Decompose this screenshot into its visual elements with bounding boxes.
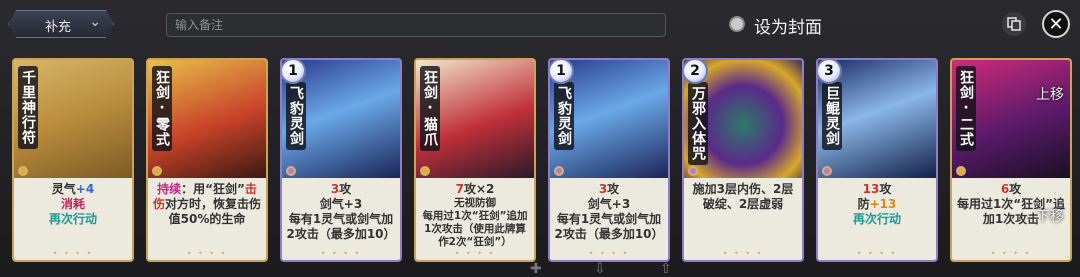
card-type-gem — [286, 166, 296, 176]
card-name: 狂剑·二式 — [956, 66, 976, 151]
card-level-badge: 2 — [684, 60, 708, 84]
close-button[interactable]: ✕ — [1042, 10, 1070, 38]
move-down-button[interactable]: 下移 — [1036, 206, 1064, 226]
card-description: 持续：用“狂剑”击伤对方时，恢复击伤值50%的生命 — [148, 178, 266, 258]
card-dots: • • • • — [990, 249, 1032, 258]
deck-card[interactable]: 1 飞豹灵剑 3攻 剑气+3 每有1灵气或剑气加2攻击（最多加10） • • • • — [548, 58, 670, 262]
card-name: 千里神行符 — [18, 66, 38, 149]
copy-icon — [1007, 17, 1021, 31]
card-description: 13攻 防+13 再次行动 — [818, 178, 936, 258]
export-icon[interactable]: ⇧ — [660, 261, 672, 277]
deck-category-dropdown[interactable]: 补充 ⌄ — [8, 10, 114, 38]
copy-button[interactable] — [1002, 12, 1026, 36]
card-name: 狂剑·零式 — [152, 66, 172, 151]
deck-card[interactable]: 狂剑·猫爪 7攻×2 无视防御 每用过1次“狂剑”追加1次攻击（使用此牌算作2次“狂剑… — [414, 58, 536, 262]
card-description: 3攻 剑气+3 每有1灵气或剑气加2攻击（最多加10） — [550, 178, 668, 258]
move-up-button[interactable]: 上移 — [1036, 84, 1064, 104]
card-level-badge: 3 — [818, 60, 842, 84]
deck-card[interactable]: 3 巨鲲灵剑 13攻 防+13 再次行动 • • • • — [816, 58, 938, 262]
notes-input[interactable] — [166, 13, 666, 37]
card-level-badge: 1 — [550, 60, 574, 84]
add-icon[interactable]: ✚ — [530, 261, 542, 277]
card-level-badge: 1 — [282, 60, 306, 84]
card-dots: • • • • — [588, 249, 630, 258]
close-icon: ✕ — [1048, 13, 1064, 35]
card-name: 狂剑·猫爪 — [420, 66, 440, 151]
card-dots: • • • • — [856, 249, 898, 258]
deck-card[interactable]: 2 万邪入体咒施加3层内伤、2层破绽、2层虚弱 • • • • — [682, 58, 804, 262]
card-type-gem — [420, 166, 430, 176]
card-type-gem — [18, 166, 28, 176]
card-name: 飞豹灵剑 — [554, 82, 574, 150]
card-type-gem — [554, 166, 564, 176]
card-type-gem — [688, 166, 698, 176]
set-cover-label[interactable]: 设为封面 — [754, 13, 822, 38]
deck-card[interactable]: 千里神行符灵气+4 消耗 再次行动 • • • • — [12, 58, 134, 262]
card-description: 施加3层内伤、2层破绽、2层虚弱 — [684, 178, 802, 258]
deck-card[interactable]: 狂剑·零式持续：用“狂剑”击伤对方时，恢复击伤值50%的生命 • • • • — [146, 58, 268, 262]
card-name: 飞豹灵剑 — [286, 82, 306, 150]
dropdown-label: 补充 — [45, 20, 72, 35]
card-description: 7攻×2 无视防御 每用过1次“狂剑”追加1次攻击（使用此牌算作2次“狂剑”） — [416, 178, 534, 258]
deck-card[interactable]: 1 飞豹灵剑 3攻 剑气+3 每有1灵气或剑气加2攻击（最多加10） • • • • — [280, 58, 402, 262]
chevron-down-icon: ⌄ — [89, 14, 101, 30]
set-cover-radio[interactable] — [729, 16, 745, 32]
card-type-gem — [822, 166, 832, 176]
import-icon[interactable]: ⇩ — [594, 261, 606, 277]
deck-card[interactable]: 狂剑·二式 6攻 每用过1次“狂剑”追加1次攻击 • • • • 上移 下移 — [950, 58, 1072, 262]
card-description: 灵气+4 消耗 再次行动 — [14, 178, 132, 258]
card-description: 3攻 剑气+3 每有1灵气或剑气加2攻击（最多加10） — [282, 178, 400, 258]
card-dots: • • • • — [454, 249, 496, 258]
card-dots: • • • • — [52, 249, 94, 258]
card-type-gem — [956, 166, 966, 176]
card-dots: • • • • — [320, 249, 362, 258]
card-name: 万邪入体咒 — [688, 82, 708, 165]
card-dots: • • • • — [722, 249, 764, 258]
card-dots: • • • • — [186, 249, 228, 258]
card-name: 巨鲲灵剑 — [822, 82, 842, 150]
card-type-gem — [152, 166, 162, 176]
